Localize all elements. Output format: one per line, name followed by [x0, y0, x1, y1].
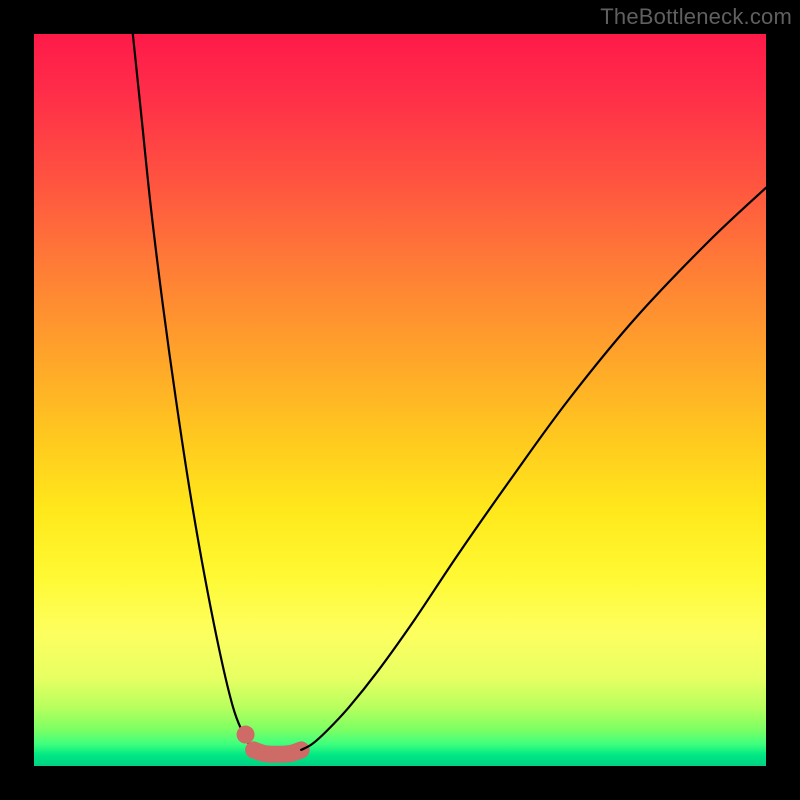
curve-right-arm — [301, 188, 766, 750]
curve-left-arm — [133, 34, 254, 750]
marker-dot — [237, 726, 255, 744]
plot-area — [34, 34, 766, 766]
chart-frame: TheBottleneck.com — [0, 0, 800, 800]
curve-marker-floor — [254, 750, 302, 754]
curves-svg — [34, 34, 766, 766]
watermark-text: TheBottleneck.com — [600, 4, 792, 30]
